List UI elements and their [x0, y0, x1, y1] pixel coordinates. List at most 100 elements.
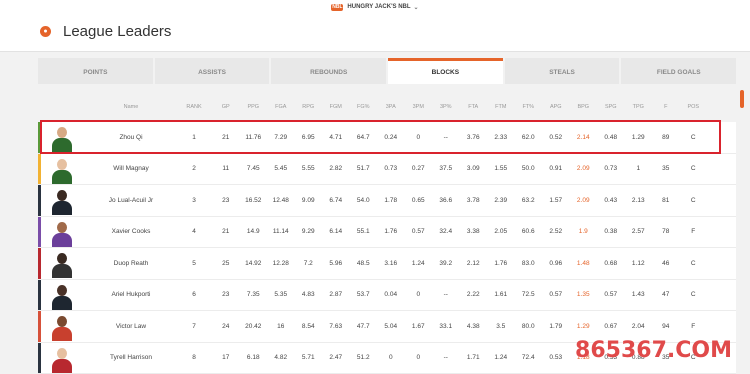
- player-jersey: [52, 170, 72, 184]
- tab-blocks[interactable]: BLOCKS: [388, 58, 503, 84]
- cell-3pa: 0.04: [377, 291, 405, 298]
- team-color-bar: [38, 280, 41, 311]
- cell-3pm: 0: [405, 354, 433, 361]
- cell-3pa: 1.78: [377, 197, 405, 204]
- cell-f: 47: [652, 291, 680, 298]
- column-header-name[interactable]: Name: [86, 104, 176, 110]
- cell-fgm: 2.87: [322, 291, 350, 298]
- player-photo-cell: [38, 217, 86, 247]
- table-row[interactable]: Zhou Qi12111.767.296.954.7164.70.240--3.…: [38, 122, 736, 154]
- column-header-gp[interactable]: GP: [212, 104, 240, 110]
- cell-pos: C: [680, 291, 708, 298]
- cell-rank: 6: [176, 291, 212, 298]
- column-header-fta[interactable]: FTA: [460, 104, 488, 110]
- player-name[interactable]: Zhou Qi: [86, 134, 176, 141]
- cell-gp: 25: [212, 260, 240, 267]
- brand-label: HUNGRY JACK'S NBL: [347, 4, 410, 10]
- player-photo-cell: [38, 154, 86, 184]
- cell-fg: 48.5: [350, 260, 378, 267]
- player-jersey: [52, 359, 72, 373]
- cell-apg: 1.57: [542, 197, 570, 204]
- page-header: ● League Leaders: [0, 14, 750, 52]
- tab-steals[interactable]: STEALS: [505, 58, 620, 84]
- tab-points[interactable]: POINTS: [38, 58, 153, 84]
- table-row[interactable]: Jo Lual-Acuil Jr32316.5212.489.096.7454.…: [38, 185, 736, 217]
- player-jersey: [52, 264, 72, 278]
- player-name[interactable]: Duop Reath: [86, 260, 176, 267]
- cell-ppg: 7.35: [240, 291, 268, 298]
- team-color-bar: [38, 154, 41, 185]
- cell-ft: 72.4: [515, 354, 543, 361]
- player-photo-cell: [38, 185, 86, 215]
- column-header-rpg[interactable]: RPG: [295, 104, 323, 110]
- column-header-fg[interactable]: FG%: [350, 104, 378, 110]
- cell-ft: 63.2: [515, 197, 543, 204]
- column-header-fgm[interactable]: FGM: [322, 104, 350, 110]
- page-title: League Leaders: [63, 23, 171, 40]
- player-head: [57, 253, 67, 264]
- top-brand-bar[interactable]: NBL HUNGRY JACK'S NBL ⌄: [0, 0, 750, 14]
- column-header-f[interactable]: F: [652, 104, 680, 110]
- cell-f: 35: [652, 165, 680, 172]
- tab-rebounds[interactable]: REBOUNDS: [271, 58, 386, 84]
- cell-fta: 2.12: [460, 260, 488, 267]
- cell-3pm: 0.65: [405, 197, 433, 204]
- column-header-3pa[interactable]: 3PA: [377, 104, 405, 110]
- cell-rpg: 9.29: [295, 228, 323, 235]
- column-header-apg[interactable]: APG: [542, 104, 570, 110]
- column-header-3p[interactable]: 3P%: [432, 104, 460, 110]
- cell-3pa: 3.16: [377, 260, 405, 267]
- table-row[interactable]: Duop Reath52514.9212.287.25.9648.53.161.…: [38, 248, 736, 280]
- table-row[interactable]: Will Magnay2117.455.455.552.8251.70.730.…: [38, 154, 736, 186]
- column-header-pos[interactable]: POS: [680, 104, 708, 110]
- cell-fta: 3.78: [460, 197, 488, 204]
- cell-fga: 7.29: [267, 134, 295, 141]
- column-header-rank[interactable]: RANK: [176, 104, 212, 110]
- cell-bpg: 1.29: [570, 323, 598, 330]
- player-name[interactable]: Ariel Hukporti: [86, 291, 176, 298]
- cell-3p: 33.1: [432, 323, 460, 330]
- scrollbar[interactable]: [740, 90, 744, 108]
- cell-fta: 2.22: [460, 291, 488, 298]
- tab-field-goals[interactable]: FIELD GOALS: [621, 58, 736, 84]
- cell-3p: 39.2: [432, 260, 460, 267]
- player-photo-cell: [38, 122, 86, 152]
- column-header-tpg[interactable]: TPG: [625, 104, 653, 110]
- cell-bpg: 1.48: [570, 260, 598, 267]
- cell-rpg: 5.55: [295, 165, 323, 172]
- player-name[interactable]: Xavier Cooks: [86, 228, 176, 235]
- cell-ppg: 6.18: [240, 354, 268, 361]
- tab-assists[interactable]: ASSISTS: [155, 58, 270, 84]
- cell-tpg: 2.57: [625, 228, 653, 235]
- column-header-fga[interactable]: FGA: [267, 104, 295, 110]
- cell-bpg: 2.09: [570, 165, 598, 172]
- column-header-ppg[interactable]: PPG: [240, 104, 268, 110]
- player-photo: [51, 347, 73, 373]
- player-name[interactable]: Jo Lual-Acuil Jr: [86, 197, 176, 204]
- table-row[interactable]: Ariel Hukporti6237.355.354.832.8753.70.0…: [38, 280, 736, 312]
- cell-3p: --: [432, 291, 460, 298]
- column-header-bpg[interactable]: BPG: [570, 104, 598, 110]
- cell-bpg: 2.09: [570, 197, 598, 204]
- player-head: [57, 285, 67, 296]
- column-header-spg[interactable]: SPG: [597, 104, 625, 110]
- cell-rpg: 9.09: [295, 197, 323, 204]
- player-photo: [51, 221, 73, 247]
- column-header-ftm[interactable]: FTM: [487, 104, 515, 110]
- player-name[interactable]: Will Magnay: [86, 165, 176, 172]
- cell-3p: --: [432, 134, 460, 141]
- column-header-ft[interactable]: FT%: [515, 104, 543, 110]
- table-row[interactable]: Xavier Cooks42114.911.149.296.1455.11.76…: [38, 217, 736, 249]
- cell-fga: 4.82: [267, 354, 295, 361]
- cell-3p: 32.4: [432, 228, 460, 235]
- cell-3pm: 0.57: [405, 228, 433, 235]
- cell-fta: 3.09: [460, 165, 488, 172]
- cell-3pm: 0: [405, 291, 433, 298]
- cell-ft: 83.0: [515, 260, 543, 267]
- player-name[interactable]: Victor Law: [86, 323, 176, 330]
- player-name[interactable]: Tyrell Harrison: [86, 354, 176, 361]
- column-header-3pm[interactable]: 3PM: [405, 104, 433, 110]
- cell-rank: 8: [176, 354, 212, 361]
- cell-apg: 1.79: [542, 323, 570, 330]
- cell-pos: C: [680, 134, 708, 141]
